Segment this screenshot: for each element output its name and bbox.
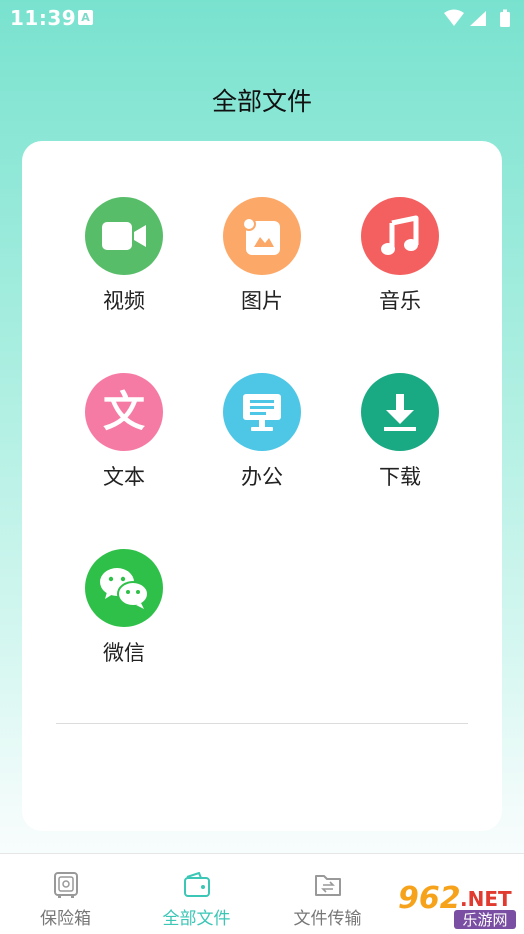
category-label: 视频 <box>103 289 145 313</box>
watermark-number: 962 <box>398 881 461 916</box>
category-label: 图片 <box>241 289 283 313</box>
music-note-icon <box>381 215 419 255</box>
download-icon <box>384 394 416 431</box>
office-circle <box>223 373 301 451</box>
status-bar: 11:39 A <box>0 0 524 36</box>
category-text[interactable]: 文 文本 <box>54 373 194 491</box>
nav-label: 保险箱 <box>40 909 91 929</box>
monitor-icon <box>243 394 281 431</box>
safe-icon <box>51 870 81 900</box>
image-circle <box>223 197 301 275</box>
divider <box>56 723 468 724</box>
watermark-domain: .NET <box>460 887 512 911</box>
category-music[interactable]: 音乐 <box>330 197 470 315</box>
wifi-signal-battery-icon <box>444 9 510 27</box>
watermark-logo: 962 .NET 乐游网 <box>394 878 518 930</box>
category-image[interactable]: 图片 <box>192 197 332 315</box>
page-title: 全部文件 <box>211 87 312 116</box>
category-download[interactable]: 下载 <box>330 373 470 491</box>
file-category-card: 视频 图片 音乐 文 文本 办公 下载 微信 <box>22 141 502 831</box>
video-camera-icon <box>102 222 146 250</box>
wallet-folder-icon <box>182 870 212 900</box>
nav-label: 全部文件 <box>162 909 231 929</box>
nav-safe[interactable]: 保险箱 <box>0 854 131 934</box>
photo-icon <box>242 217 280 255</box>
text-document-icon: 文 <box>102 387 145 436</box>
category-label: 微信 <box>103 641 145 665</box>
category-label: 办公 <box>241 465 283 489</box>
wechat-icon <box>100 568 149 609</box>
nav-label: 文件传输 <box>293 909 362 929</box>
download-circle <box>361 373 439 451</box>
status-time: 11:39 <box>10 6 77 30</box>
category-label: 下载 <box>379 465 421 489</box>
category-label: 文本 <box>103 465 145 489</box>
category-label: 音乐 <box>379 289 421 313</box>
status-icons <box>442 8 516 32</box>
notification-a-icon: A <box>78 10 93 25</box>
nav-all-files[interactable]: 全部文件 <box>131 854 262 934</box>
nav-file-transfer[interactable]: 文件传输 <box>262 854 393 934</box>
text-circle: 文 <box>85 373 163 451</box>
watermark-text: 乐游网 <box>462 911 507 929</box>
category-video[interactable]: 视频 <box>54 197 194 315</box>
category-wechat[interactable]: 微信 <box>54 549 194 667</box>
music-circle <box>361 197 439 275</box>
wechat-circle <box>85 549 163 627</box>
folder-transfer-icon <box>313 870 343 900</box>
video-circle <box>85 197 163 275</box>
category-office[interactable]: 办公 <box>192 373 332 491</box>
